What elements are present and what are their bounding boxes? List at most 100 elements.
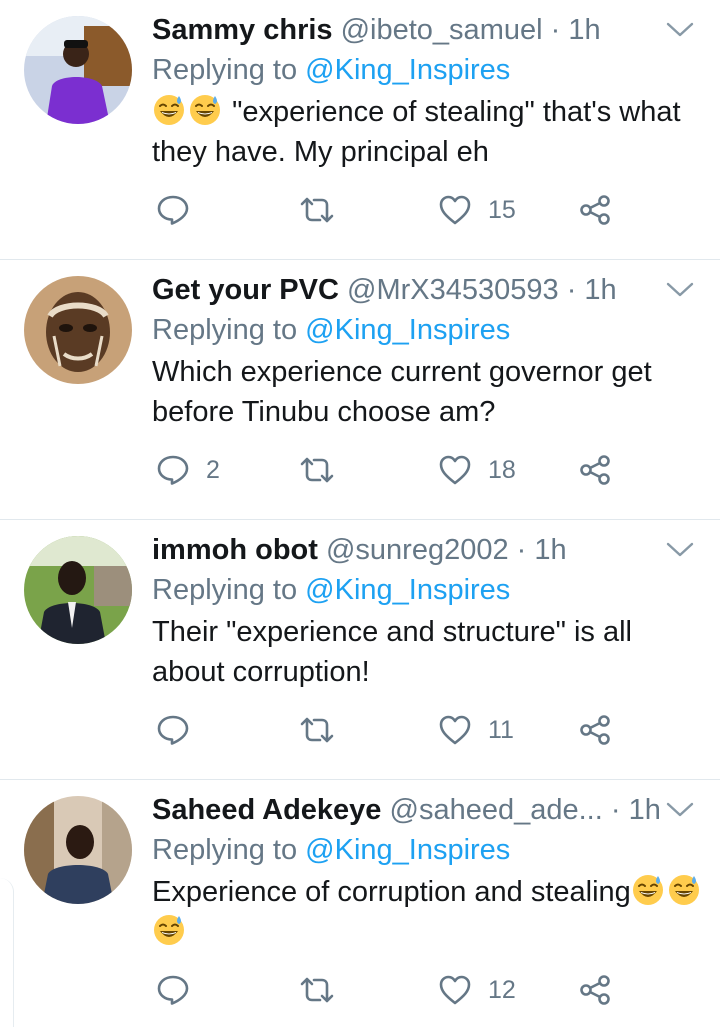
reply-button[interactable] — [156, 970, 206, 1010]
retweet-icon — [300, 717, 334, 743]
share-button[interactable] — [578, 970, 612, 1010]
tweet-text: Their "experience and structure" is all … — [152, 612, 712, 692]
tweet-actions: 15 — [0, 190, 720, 230]
chevron-down-icon[interactable] — [666, 802, 694, 818]
tweet-text: "experience of stealing" that's what the… — [152, 92, 712, 172]
tweet-text: Which experience current governor get be… — [152, 352, 712, 432]
like-count: 15 — [488, 195, 516, 224]
chevron-down-icon[interactable] — [666, 282, 694, 298]
like-count: 18 — [488, 455, 516, 484]
display-name[interactable]: Get your PVC — [152, 274, 339, 306]
reply-button[interactable] — [156, 710, 206, 750]
like-button[interactable]: 18 — [438, 450, 516, 490]
retweet-icon — [300, 197, 334, 223]
reply-count: 2 — [206, 455, 220, 484]
like-button[interactable]: 11 — [438, 710, 514, 750]
display-name[interactable]: immoh obot — [152, 534, 318, 566]
avatar[interactable] — [24, 16, 132, 124]
edge-panel-handle[interactable] — [0, 878, 14, 1027]
grinning-sweat-emoji — [154, 915, 184, 945]
share-button[interactable] — [578, 710, 612, 750]
timestamp[interactable]: 1h — [534, 534, 566, 566]
mention-link[interactable]: @King_Inspires — [305, 834, 510, 866]
grinning-sweat-emoji — [632, 875, 663, 905]
grinning-sweat-emoji — [154, 95, 184, 125]
tweet-header: immoh obot @sunreg2002 · 1h — [152, 530, 660, 570]
retweet-icon — [300, 977, 334, 1003]
share-button[interactable] — [578, 190, 612, 230]
share-icon — [580, 715, 610, 745]
user-handle[interactable]: @MrX34530593 — [347, 274, 559, 306]
separator-dot: · — [516, 534, 527, 566]
separator-dot: · — [610, 794, 621, 826]
reply-button[interactable] — [156, 190, 206, 230]
user-handle[interactable]: @saheed_ade... — [390, 794, 603, 826]
like-count: 12 — [488, 975, 516, 1004]
share-icon — [580, 455, 610, 485]
timestamp[interactable]: 1h — [584, 274, 616, 306]
share-button[interactable] — [578, 450, 612, 490]
reply-icon — [157, 455, 189, 485]
mention-link[interactable]: @King_Inspires — [305, 54, 510, 86]
retweet-icon — [300, 457, 334, 483]
replying-to: Replying to @King_Inspires — [152, 310, 510, 350]
replying-to-label: Replying to — [152, 54, 298, 86]
tweet[interactable]: immoh obot @sunreg2002 · 1h Replying to … — [0, 520, 720, 780]
like-count: 11 — [488, 715, 514, 744]
retweet-button[interactable] — [298, 710, 336, 750]
replying-to-label: Replying to — [152, 834, 298, 866]
heart-icon — [439, 715, 471, 745]
mention-link[interactable]: @King_Inspires — [305, 314, 510, 346]
tweet[interactable]: Saheed Adekeye @saheed_ade... · 1h Reply… — [0, 780, 720, 1027]
like-button[interactable]: 12 — [438, 970, 516, 1010]
share-icon — [580, 195, 610, 225]
reply-icon — [157, 715, 189, 745]
avatar[interactable] — [24, 276, 132, 384]
tweet-body: "experience of stealing" that's what the… — [152, 96, 681, 168]
timestamp[interactable]: 1h — [629, 794, 660, 826]
replying-to: Replying to @King_Inspires — [152, 830, 510, 870]
heart-icon — [439, 975, 471, 1005]
tweet[interactable]: Get your PVC @MrX34530593 · 1h Replying … — [0, 260, 720, 520]
tweet-header: Get your PVC @MrX34530593 · 1h — [152, 270, 660, 310]
tweet-body: Their "experience and structure" is all … — [152, 616, 632, 688]
chevron-down-icon[interactable] — [666, 22, 694, 38]
tweet[interactable]: Sammy chris @ibeto_samuel · 1h Replying … — [0, 0, 720, 260]
like-button[interactable]: 15 — [438, 190, 516, 230]
replying-to-label: Replying to — [152, 314, 298, 346]
retweet-button[interactable] — [298, 970, 336, 1010]
chevron-down-icon[interactable] — [666, 542, 694, 558]
heart-icon — [439, 455, 471, 485]
avatar[interactable] — [24, 536, 132, 644]
tweet-header: Saheed Adekeye @saheed_ade... · 1h — [152, 790, 660, 830]
tweet-text: Experience of corruption and stealing — [152, 872, 712, 952]
grinning-sweat-emoji — [668, 875, 699, 905]
replying-to: Replying to @King_Inspires — [152, 50, 510, 90]
reply-icon — [157, 195, 189, 225]
mention-link[interactable]: @King_Inspires — [305, 574, 510, 606]
share-icon — [580, 975, 610, 1005]
retweet-button[interactable] — [298, 450, 336, 490]
display-name[interactable]: Saheed Adekeye — [152, 794, 381, 826]
tweet-actions: 11 — [0, 710, 720, 750]
tweet-body: Experience of corruption and stealing — [152, 876, 631, 908]
user-handle[interactable]: @ibeto_samuel — [341, 14, 543, 46]
separator-dot: · — [566, 274, 577, 306]
reply-feed: Sammy chris @ibeto_samuel · 1h Replying … — [0, 0, 720, 1027]
replying-to: Replying to @King_Inspires — [152, 570, 510, 610]
retweet-button[interactable] — [298, 190, 336, 230]
tweet-body: Which experience current governor get be… — [152, 356, 652, 428]
reply-button[interactable]: 2 — [156, 450, 220, 490]
avatar[interactable] — [24, 796, 132, 904]
separator-dot: · — [550, 14, 561, 46]
timestamp[interactable]: 1h — [568, 14, 600, 46]
heart-icon — [439, 195, 471, 225]
grinning-sweat-emoji — [190, 95, 220, 125]
tweet-header: Sammy chris @ibeto_samuel · 1h — [152, 10, 660, 50]
tweet-actions: 2 18 — [0, 450, 720, 490]
display-name[interactable]: Sammy chris — [152, 14, 333, 46]
reply-icon — [157, 975, 189, 1005]
tweet-actions: 12 — [0, 970, 720, 1010]
replying-to-label: Replying to — [152, 574, 298, 606]
user-handle[interactable]: @sunreg2002 — [326, 534, 509, 566]
